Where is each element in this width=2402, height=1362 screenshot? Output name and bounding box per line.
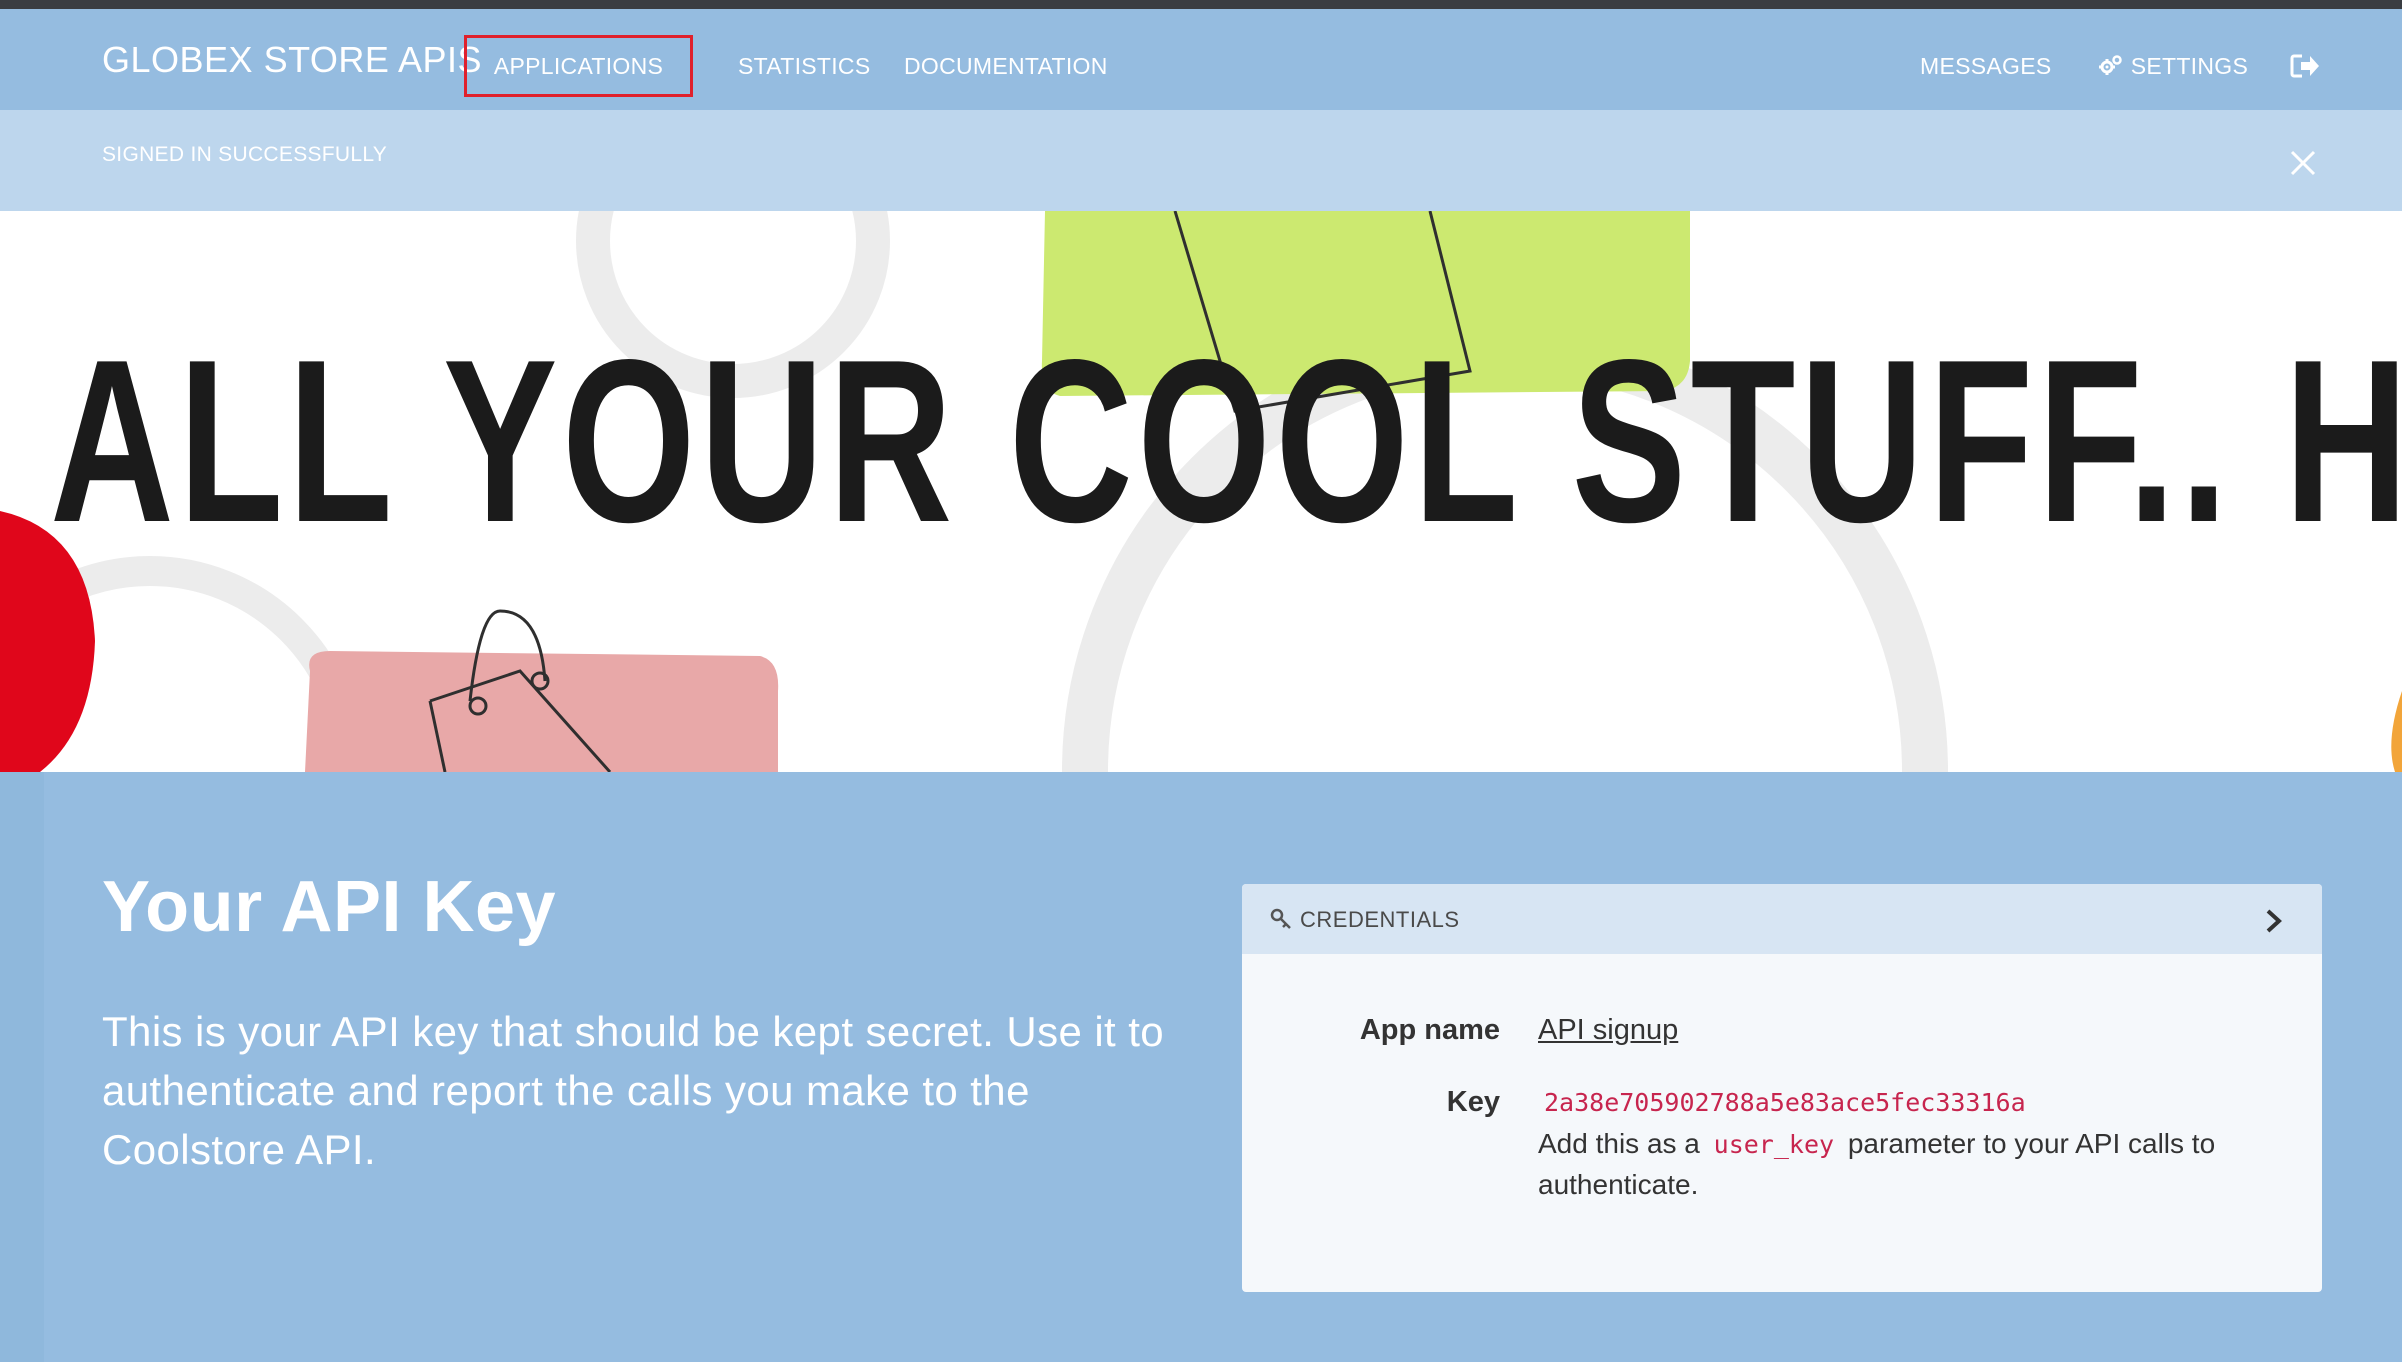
notice-banner: SIGNED IN SUCCESSFULLY (0, 110, 2402, 211)
hero-banner: ALL YOUR COOL STUFF.. HERE (0, 211, 2402, 772)
app-name-link[interactable]: API signup (1538, 1014, 1678, 1047)
nav-documentation[interactable]: DOCUMENTATION (904, 53, 1108, 80)
hero-headline: ALL YOUR COOL STUFF.. HERE (50, 312, 2402, 571)
nav-messages[interactable]: MESSAGES (1920, 53, 2052, 80)
brand-logo[interactable]: GLOBEX STORE APIS (102, 39, 482, 81)
window-top-border (0, 0, 2402, 9)
credentials-card: CREDENTIALS App name API signup Key 2a38… (1242, 884, 2322, 1292)
page-description: This is your API key that should be kept… (102, 1008, 1165, 1173)
notice-text: SIGNED IN SUCCESSFULLY (102, 143, 388, 166)
key-help-prefix: Add this as a (1538, 1128, 1700, 1159)
key-help-text: Add this as a user_key parameter to your… (1538, 1124, 2298, 1205)
credentials-header[interactable]: CREDENTIALS (1242, 884, 2322, 954)
nav-statistics[interactable]: STATISTICS (738, 53, 871, 80)
gears-icon (2098, 54, 2124, 82)
navbar: GLOBEX STORE APIS APPLICATIONS STATISTIC… (0, 9, 2402, 110)
key-label: Key (1446, 1086, 1500, 1118)
page-title: Your API Key (102, 867, 557, 947)
left-edge-strip (0, 772, 44, 1362)
nav-settings[interactable]: SETTINGS (2098, 53, 2248, 82)
user-key-code: user_key (1713, 1130, 1835, 1159)
nav-applications[interactable]: APPLICATIONS (464, 35, 693, 97)
key-icon (1270, 908, 1292, 935)
sign-out-icon[interactable] (2290, 53, 2320, 85)
nav-settings-label: SETTINGS (2130, 53, 2249, 79)
api-key-value[interactable]: 2a38e705902788a5e83ace5fec33316a (1544, 1088, 2026, 1117)
credentials-title: CREDENTIALS (1300, 907, 1460, 932)
close-icon[interactable] (2288, 148, 2318, 178)
chevron-right-icon[interactable] (2264, 908, 2284, 939)
app-name-label: App name (1359, 1014, 1500, 1046)
